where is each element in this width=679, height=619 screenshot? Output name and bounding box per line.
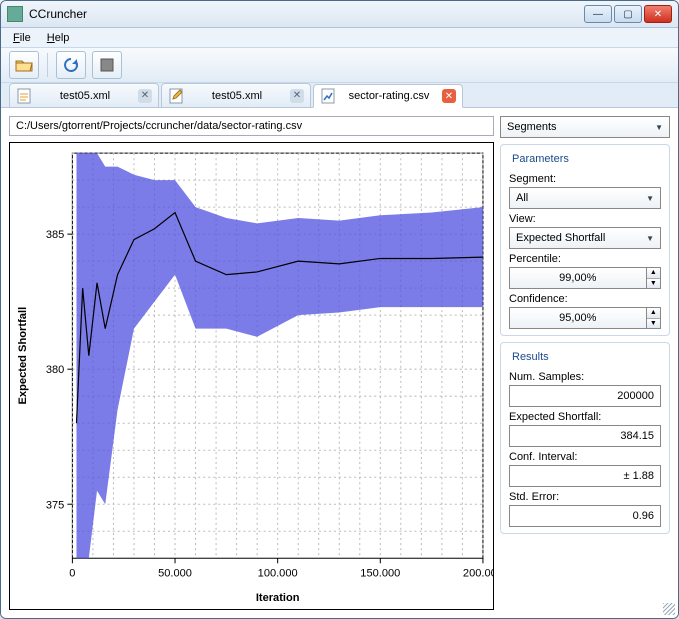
svg-text:Expected Shortfall: Expected Shortfall — [17, 307, 29, 405]
spin-down-icon[interactable]: ▼ — [647, 279, 660, 289]
stop-icon — [100, 58, 114, 72]
menubar: File Help — [1, 28, 678, 47]
confidence-spinner[interactable]: ▲▼ — [647, 307, 661, 329]
svg-text:200.000: 200.000 — [463, 568, 493, 580]
view-label: View: — [509, 213, 661, 225]
toolbar — [1, 48, 678, 83]
menu-help[interactable]: Help — [39, 30, 78, 46]
svg-text:100.000: 100.000 — [258, 568, 298, 580]
xml-file-icon — [16, 88, 32, 104]
percentile-input[interactable]: 99,00% — [509, 267, 647, 289]
percentile-label: Percentile: — [509, 253, 661, 265]
chart[interactable]: 0 50.000 100.000 150.000 200.000 375 380 385 Ite… — [9, 142, 494, 610]
spin-up-icon[interactable]: ▲ — [647, 268, 660, 279]
tab-close-icon[interactable]: ✕ — [138, 89, 152, 103]
numsamples-value: 200000 — [509, 385, 661, 407]
parameters-group: Parameters Segment: All▼ View: Expected … — [500, 144, 670, 336]
ci-value: ± 1.88 — [509, 465, 661, 487]
svg-text:Iteration: Iteration — [256, 592, 300, 604]
se-label: Std. Error: — [509, 491, 661, 503]
spin-down-icon[interactable]: ▼ — [647, 319, 660, 329]
confidence-input[interactable]: 95,00% — [509, 307, 647, 329]
es-label: Expected Shortfall: — [509, 411, 661, 423]
refresh-button[interactable] — [56, 51, 86, 79]
window-title: CCruncher — [29, 7, 584, 21]
tab-label: sector-rating.csv — [342, 90, 436, 102]
maximize-button[interactable]: ▢ — [614, 5, 642, 23]
main-panel: 0 50.000 100.000 150.000 200.000 375 380 385 Ite… — [9, 116, 494, 610]
chevron-down-icon: ▼ — [646, 234, 654, 243]
mode-combo-label: Segments — [507, 121, 557, 133]
segment-combo[interactable]: All▼ — [509, 187, 661, 209]
spin-up-icon[interactable]: ▲ — [647, 308, 660, 319]
numsamples-label: Num. Samples: — [509, 371, 661, 383]
file-path-input[interactable] — [9, 116, 494, 136]
chevron-down-icon: ▼ — [646, 194, 654, 203]
segment-label: Segment: — [509, 173, 661, 185]
view-combo[interactable]: Expected Shortfall▼ — [509, 227, 661, 249]
open-button[interactable] — [9, 51, 39, 79]
percentile-spinner[interactable]: ▲▼ — [647, 267, 661, 289]
svg-text:385: 385 — [46, 229, 64, 241]
tab-label: test05.xml — [38, 90, 132, 102]
svg-text:375: 375 — [46, 499, 64, 511]
results-group: Results Num. Samples: 200000 Expected Sh… — [500, 342, 670, 534]
tab-0[interactable]: test05.xml ✕ — [9, 83, 159, 107]
results-title: Results — [509, 351, 552, 363]
xml-edit-icon — [168, 88, 184, 104]
content-area: 0 50.000 100.000 150.000 200.000 375 380 385 Ite… — [1, 108, 678, 618]
titlebar[interactable]: CCruncher — ▢ ✕ — [1, 1, 678, 28]
chevron-down-icon: ▼ — [655, 123, 663, 132]
confidence-label: Confidence: — [509, 293, 661, 305]
tab-close-icon[interactable]: ✕ — [442, 89, 456, 103]
app-icon — [7, 6, 23, 22]
parameters-title: Parameters — [509, 153, 572, 165]
minimize-button[interactable]: — — [584, 5, 612, 23]
es-value: 384.15 — [509, 425, 661, 447]
stop-button[interactable] — [92, 51, 122, 79]
svg-text:380: 380 — [46, 364, 64, 376]
close-button[interactable]: ✕ — [644, 5, 672, 23]
toolbar-separator — [47, 53, 48, 77]
chart-file-icon — [320, 88, 336, 104]
refresh-icon — [63, 57, 79, 73]
side-panel: Segments ▼ Parameters Segment: All▼ View… — [500, 116, 670, 610]
tab-2[interactable]: sector-rating.csv ✕ — [313, 84, 463, 108]
svg-text:150.000: 150.000 — [360, 568, 400, 580]
resize-grip-icon[interactable] — [663, 603, 675, 615]
ci-label: Conf. Interval: — [509, 451, 661, 463]
app-window: CCruncher — ▢ ✕ File Help test05.xml ✕ t — [0, 0, 679, 619]
tab-label: test05.xml — [190, 90, 284, 102]
tab-bar: test05.xml ✕ test05.xml ✕ sector-rating.… — [1, 83, 678, 108]
tab-close-icon[interactable]: ✕ — [290, 89, 304, 103]
folder-open-icon — [15, 57, 33, 73]
se-value: 0.96 — [509, 505, 661, 527]
svg-text:0: 0 — [69, 568, 75, 580]
menu-file[interactable]: File — [5, 30, 39, 46]
tab-1[interactable]: test05.xml ✕ — [161, 83, 311, 107]
mode-combo[interactable]: Segments ▼ — [500, 116, 670, 138]
svg-text:50.000: 50.000 — [158, 568, 192, 580]
